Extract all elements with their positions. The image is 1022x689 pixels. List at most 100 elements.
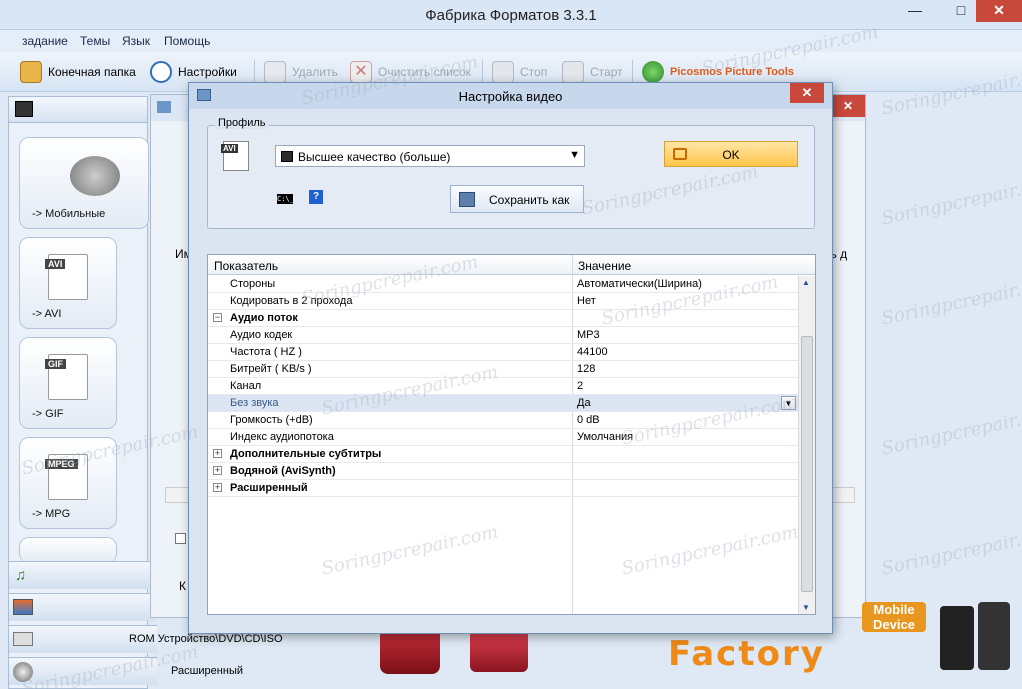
grid-header: Показатель Значение: [208, 255, 815, 275]
format-card-mpg[interactable]: MPEG -> MPG: [19, 437, 117, 529]
grid-property-row[interactable]: Канал 2: [208, 378, 798, 395]
grid-property-row[interactable]: Без звука Да ▼: [208, 395, 798, 412]
dialog-close-button[interactable]: ✕: [790, 83, 824, 103]
property-name: Битрейт ( KB/s ): [230, 363, 312, 375]
audio-category[interactable]: ♫: [9, 561, 157, 589]
stop-icon: [492, 61, 514, 83]
start-button[interactable]: Старт: [562, 60, 623, 84]
advanced-category[interactable]: Расширенный: [9, 657, 243, 685]
picosmos-button[interactable]: Picosmos Picture Tools: [642, 60, 794, 84]
format-card-gif[interactable]: GIF -> GIF: [19, 337, 117, 429]
grid-category-row[interactable]: + Расширенный: [208, 480, 798, 497]
grid-property-row[interactable]: Кодировать в 2 прохода Нет: [208, 293, 798, 310]
property-name: Расширенный: [230, 482, 308, 494]
property-value[interactable]: Умолчания: [577, 431, 633, 443]
grid-category-row[interactable]: + Дополнительные субтитры: [208, 446, 798, 463]
output-folder-button[interactable]: Конечная папка: [20, 60, 136, 84]
picosmos-icon: [642, 61, 664, 83]
expand-icon[interactable]: +: [213, 483, 222, 492]
property-value[interactable]: MP3: [577, 329, 600, 341]
grid-property-row[interactable]: Громкость (+dB) 0 dB: [208, 412, 798, 429]
grid-property-row[interactable]: Индекс аудиопотока Умолчания: [208, 429, 798, 446]
minimize-button[interactable]: —: [900, 0, 930, 22]
grid-property-row[interactable]: Стороны Автоматически(Ширина): [208, 276, 798, 293]
column-header-value: Значение: [578, 259, 632, 273]
format-card-mobile[interactable]: -> Мобильные: [19, 137, 149, 229]
property-name: Дополнительные субтитры: [230, 448, 382, 460]
property-value[interactable]: 2: [577, 380, 583, 392]
rom-category[interactable]: ROM Устройство\DVD\CD\ISO: [9, 625, 283, 653]
property-value[interactable]: Да: [577, 397, 591, 409]
property-value[interactable]: 0 dB: [577, 414, 600, 426]
menu-language[interactable]: Язык: [122, 34, 150, 48]
scroll-up-icon[interactable]: ▲: [802, 278, 810, 287]
save-as-label: Сохранить как: [489, 193, 570, 207]
settings-label: Настройки: [178, 65, 237, 79]
mobile-device-logo: Mobile Device: [862, 602, 926, 632]
collapse-icon[interactable]: −: [213, 313, 222, 322]
rom-category-label: ROM Устройство\DVD\CD\ISO: [129, 633, 283, 645]
format-card-label: -> AVI: [32, 308, 62, 320]
settings-button[interactable]: Настройки: [150, 60, 237, 84]
property-value[interactable]: Автоматически(Ширина): [577, 278, 702, 290]
format-card-partial[interactable]: [19, 537, 117, 563]
help-icon[interactable]: ?: [309, 190, 323, 204]
mobile-icon: [70, 156, 120, 196]
picosmos-label: Picosmos Picture Tools: [670, 66, 794, 78]
clear-list-button[interactable]: ✕ Очистить список: [350, 60, 471, 84]
picture-icon: [13, 599, 33, 615]
menu-themes[interactable]: Темы: [80, 34, 110, 48]
grid-scrollbar[interactable]: ▲ ▼: [798, 276, 815, 614]
profile-select-value: Высшее качество (больше): [298, 150, 451, 164]
close-button[interactable]: ✕: [976, 0, 1022, 22]
background-checkbox[interactable]: [175, 533, 186, 544]
remove-button[interactable]: Удалить: [264, 60, 338, 84]
ok-button[interactable]: OK: [664, 141, 798, 167]
property-name: Индекс аудиопотока: [230, 431, 334, 443]
maximize-button[interactable]: □: [946, 0, 976, 22]
menu-help[interactable]: Помощь: [164, 34, 210, 48]
profile-select[interactable]: Высшее качество (больше) ▼: [275, 145, 585, 167]
menu-task[interactable]: задание: [22, 34, 68, 48]
camera-image: [470, 630, 528, 672]
dialog-icon: [157, 101, 171, 113]
grid-property-row[interactable]: Битрейт ( KB/s ) 128: [208, 361, 798, 378]
stop-label: Стоп: [520, 65, 548, 79]
watermark-text: Soringpcrepair.com: [879, 171, 1022, 230]
chevron-down-icon: ▼: [569, 149, 580, 161]
picture-category[interactable]: [9, 593, 157, 621]
save-as-button[interactable]: Сохранить как: [450, 185, 584, 213]
stop-button[interactable]: Стоп: [492, 60, 547, 84]
folder-icon: [20, 61, 42, 83]
dropdown-arrow-icon[interactable]: ▼: [781, 396, 796, 410]
format-card-avi[interactable]: AVI -> AVI: [19, 237, 117, 329]
toolbar-separator: [254, 60, 255, 84]
avi-profile-icon: AVI: [221, 141, 249, 171]
phone-image: [940, 606, 974, 670]
ok-label: OK: [722, 148, 740, 162]
command-line-icon[interactable]: C:\_: [277, 194, 294, 204]
title-bar: Фабрика Форматов 3.3.1 — □ ✕: [0, 0, 1022, 30]
expand-icon[interactable]: +: [213, 449, 222, 458]
grid-property-row[interactable]: Аудио кодек MP3: [208, 327, 798, 344]
advanced-category-label: Расширенный: [171, 665, 243, 677]
factory-logo: Factory: [668, 634, 825, 674]
property-name: Стороны: [230, 278, 276, 290]
property-value[interactable]: 128: [577, 363, 595, 375]
grid-category-row[interactable]: − Аудио поток: [208, 310, 798, 327]
output-folder-label: Конечная папка: [48, 65, 136, 79]
settings-icon: [150, 61, 172, 83]
property-value[interactable]: 44100: [577, 346, 608, 358]
film-icon: [15, 101, 33, 117]
grid-property-row[interactable]: Частота ( HZ ) 44100: [208, 344, 798, 361]
property-name: Громкость (+dB): [230, 414, 313, 426]
background-dialog-close[interactable]: ✕: [831, 95, 865, 117]
scroll-down-icon[interactable]: ▼: [802, 603, 810, 612]
property-value[interactable]: Нет: [577, 295, 596, 307]
scroll-thumb[interactable]: [801, 336, 813, 592]
grid-category-row[interactable]: + Водяной (AviSynth): [208, 463, 798, 480]
video-category-header[interactable]: [9, 97, 147, 123]
property-name: Канал: [230, 380, 262, 392]
expand-icon[interactable]: +: [213, 466, 222, 475]
phone-image: [978, 602, 1010, 670]
